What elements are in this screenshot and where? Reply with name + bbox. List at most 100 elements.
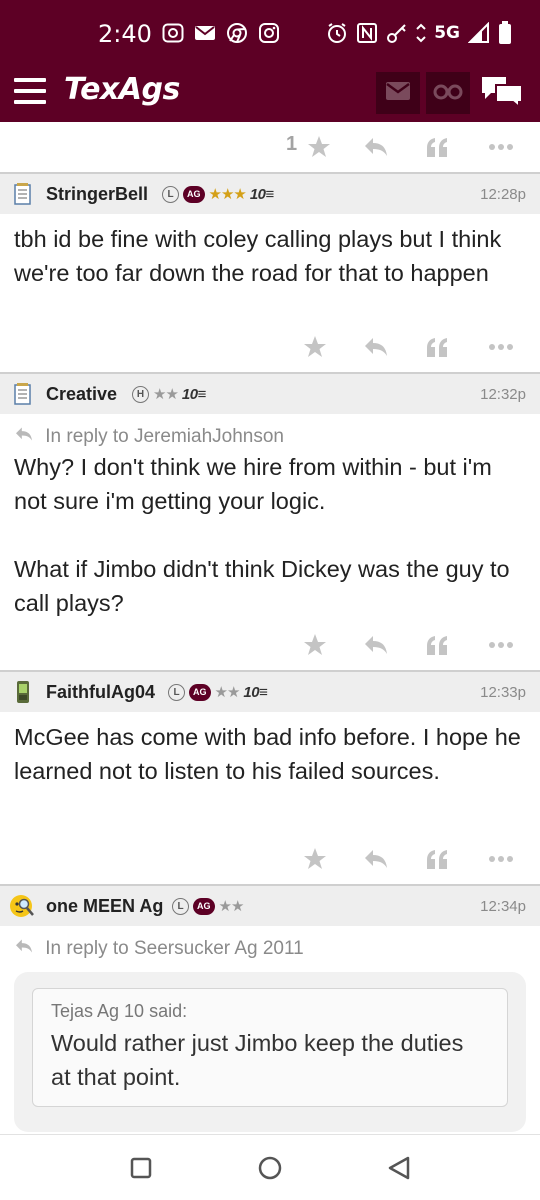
watch-button[interactable] <box>426 72 470 114</box>
post-time: 12:34p <box>480 898 526 915</box>
detective-emoji-icon <box>8 892 36 920</box>
back-icon[interactable] <box>384 1153 414 1183</box>
status-bar: 2:40 5G <box>0 0 540 64</box>
quote-icon[interactable] <box>422 630 452 660</box>
badge-letter: H <box>132 385 149 403</box>
mail-icon <box>194 22 216 44</box>
reply-icon[interactable] <box>361 630 391 660</box>
badge-ag: AG <box>193 897 215 915</box>
reply-arrow-icon <box>14 938 39 959</box>
quote-text: Would rather just Jimbo keep the duties … <box>51 1030 464 1090</box>
user-stars: ★★ <box>218 898 245 915</box>
notepad-icon <box>12 382 34 406</box>
user-badges: L AG ★★ 10≡ <box>168 683 268 701</box>
post-paragraph: McGee has come with bad info before. I h… <box>14 724 521 784</box>
user-badges: L AG ★★ <box>172 897 245 915</box>
chat-button[interactable] <box>478 72 526 114</box>
alarm-icon <box>326 22 348 44</box>
username[interactable]: Creative <box>46 384 117 405</box>
post: StringerBell L AG ★★★ 10≡ 12:28p tbh id … <box>0 172 540 372</box>
post: one MEEN Ag L AG ★★ 12:34p In reply to S… <box>0 884 540 1132</box>
post: FaithfulAg04 L AG ★★ 10≡ 12:33p McGee ha… <box>0 670 540 884</box>
notepad-icon <box>12 182 34 206</box>
post-time: 12:28p <box>480 186 526 203</box>
menu-icon[interactable] <box>14 78 46 106</box>
star-icon[interactable] <box>300 630 330 660</box>
more-options-icon[interactable] <box>486 630 516 660</box>
post-body: tbh id be fine with coley calling plays … <box>0 214 540 322</box>
mail-icon <box>385 81 411 106</box>
post-actions <box>0 322 540 372</box>
star-count: 1 <box>286 133 298 155</box>
post-body: McGee has come with bad info before. I h… <box>0 712 540 834</box>
star-icon[interactable] <box>304 132 334 162</box>
reply-to-text: In reply to JeremiahJohnson <box>45 426 284 447</box>
user-badges: L AG ★★★ 10≡ <box>162 185 274 203</box>
quote-icon[interactable] <box>422 132 452 162</box>
post-body: Why? I don't think we hire from within -… <box>0 448 540 620</box>
quote-icon[interactable] <box>422 332 452 362</box>
messages-button[interactable] <box>376 72 420 114</box>
phone-icon <box>12 680 34 704</box>
quote-block: Tejas Ag 10 said: Would rather just Jimb… <box>14 972 526 1132</box>
ten-badge: 10≡ <box>181 385 206 403</box>
binoculars-icon <box>433 81 463 106</box>
star-icon[interactable] <box>300 332 330 362</box>
nfc-icon <box>356 22 378 44</box>
post-actions: 1 <box>0 122 540 172</box>
username[interactable]: StringerBell <box>46 184 148 205</box>
badge-letter: L <box>172 897 189 915</box>
username[interactable]: one MEEN Ag <box>46 896 163 917</box>
quoted-post: Tejas Ag 10 said: Would rather just Jimb… <box>32 988 508 1107</box>
post-paragraph: Why? I don't think we hire from within -… <box>14 454 492 514</box>
user-badges: H ★★ 10≡ <box>132 385 206 403</box>
data-arrows-icon <box>416 22 426 44</box>
star-icon[interactable] <box>300 844 330 874</box>
reply-arrow-icon <box>14 426 39 447</box>
user-stars: ★★ <box>153 386 179 403</box>
post-header: StringerBell L AG ★★★ 10≡ 12:28p <box>0 174 540 214</box>
post-paragraph: tbh id be fine with coley calling plays … <box>14 226 502 286</box>
reply-to-text: In reply to Seersucker Ag 2011 <box>45 938 304 959</box>
username[interactable]: FaithfulAg04 <box>46 682 155 703</box>
home-icon[interactable] <box>255 1153 285 1183</box>
system-nav-bar <box>0 1134 540 1200</box>
post: Creative H ★★ 10≡ 12:32p In reply to Jer… <box>0 372 540 670</box>
ten-badge: 10≡ <box>249 185 274 203</box>
post-time: 12:32p <box>480 386 526 403</box>
chrome-icon <box>226 22 248 44</box>
recent-apps-icon[interactable] <box>126 1153 156 1183</box>
network-type: 5G <box>434 23 460 43</box>
reply-icon[interactable] <box>361 132 391 162</box>
reply-to-link[interactable]: In reply to JeremiahJohnson <box>0 414 540 448</box>
more-options-icon[interactable] <box>486 332 516 362</box>
badge-ag: AG <box>183 185 205 203</box>
quote-icon[interactable] <box>422 844 452 874</box>
status-time: 2:40 <box>98 20 152 48</box>
reply-icon[interactable] <box>361 844 391 874</box>
more-options-icon[interactable] <box>486 844 516 874</box>
ten-badge: 10≡ <box>243 683 268 701</box>
battery-icon <box>498 21 512 44</box>
thread-feed: 1 StringerBell L AG ★★★ 10≡ 12:28p tbh i… <box>0 122 540 1134</box>
texags-logo[interactable]: TexAgs <box>64 72 180 107</box>
status-notification-icons <box>162 22 280 44</box>
post-actions <box>0 834 540 884</box>
more-options-icon[interactable] <box>486 132 516 162</box>
user-stars: ★★★ <box>208 186 247 203</box>
chat-icon <box>480 74 524 113</box>
post-header: Creative H ★★ 10≡ 12:32p <box>0 374 540 414</box>
user-stars: ★★ <box>214 684 241 701</box>
post-paragraph: What if Jimbo didn't think Dickey was th… <box>14 556 510 616</box>
post-header: one MEEN Ag L AG ★★ 12:34p <box>0 886 540 926</box>
post-header: FaithfulAg04 L AG ★★ 10≡ 12:33p <box>0 672 540 712</box>
instagram-icon <box>258 22 280 44</box>
status-system-icons: 5G <box>326 21 512 44</box>
reply-icon[interactable] <box>361 332 391 362</box>
post-actions <box>0 620 540 670</box>
badge-ag: AG <box>189 683 211 701</box>
app-header: TexAgs <box>0 64 540 122</box>
app-screen: 2:40 5G TexAgs 1 StringerBell L AG ★★★ 1… <box>0 0 540 1200</box>
reply-to-link[interactable]: In reply to Seersucker Ag 2011 <box>0 926 540 960</box>
quote-author: Tejas Ag 10 said: <box>51 1001 188 1021</box>
